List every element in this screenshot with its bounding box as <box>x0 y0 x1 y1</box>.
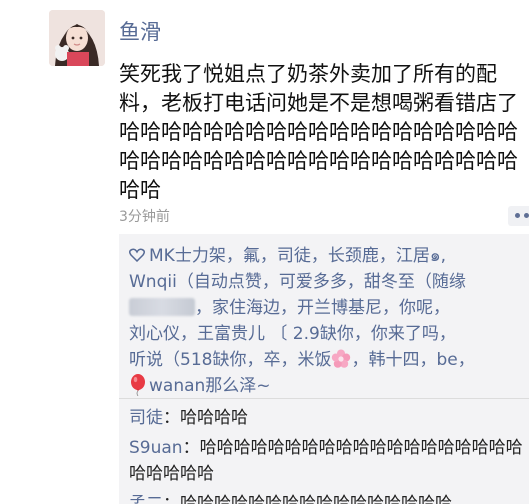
likes-comments-divider <box>119 398 529 399</box>
author-avatar[interactable] <box>49 10 105 66</box>
comment-separator: ： <box>163 494 180 504</box>
balloon-icon <box>131 374 145 396</box>
avatar-image <box>49 10 105 66</box>
post-timestamp: 3分钟前 <box>119 209 170 225</box>
likes-names-line-4[interactable]: 刘心仪，王富贵儿 〔 2.9缺你，你来了吗， <box>129 324 456 344</box>
comment-area: MK士力架，氟，司徒，长颈鹿，江居๑, Wnqii（自动点赞，可爱多多，甜冬至（… <box>119 234 529 504</box>
comment-separator: ： <box>182 438 200 458</box>
likes-names-line-3[interactable]: ，家住海边，开兰博基尼，你呢， <box>195 298 450 318</box>
comment-author[interactable]: S9uan <box>129 438 183 458</box>
comment-text: 哈哈哈哈 <box>180 408 248 428</box>
heart-icon <box>129 248 145 262</box>
likes-list: MK士力架，氟，司徒，长颈鹿，江居๑, Wnqii（自动点赞，可爱多多，甜冬至（… <box>129 243 529 399</box>
blurred-name <box>129 298 195 316</box>
comment-author[interactable]: 司徒 <box>129 408 163 428</box>
comment-item[interactable]: 孟二：哈哈哈哈哈哈哈哈哈哈哈哈哈哈哈哈 <box>129 491 529 504</box>
comment-author[interactable]: 孟二 <box>129 494 163 504</box>
more-dot-icon <box>524 213 529 218</box>
likes-names-line-2[interactable]: Wnqii（自动点赞，可爱多多，甜冬至（随缘 <box>129 272 466 292</box>
cherry-blossom-icon <box>332 349 351 368</box>
post-text: 笑死我了悦姐点了奶茶外卖加了所有的配料，老板打电话问她是不是想喝粥看错店了哈哈哈… <box>119 62 518 202</box>
more-dot-icon <box>515 213 520 218</box>
likes-symbol: ๑, <box>429 246 447 266</box>
comment-text: 哈哈哈哈哈哈哈哈哈哈哈哈哈哈哈哈 <box>180 494 452 504</box>
likes-names-line-1[interactable]: MK士力架，氟，司徒，长颈鹿，江居 <box>149 246 430 266</box>
comment-separator: ： <box>163 408 180 428</box>
comment-item[interactable]: 司徒：哈哈哈哈 <box>129 405 529 431</box>
likes-names-line-6[interactable]: wanan那么泽~ <box>149 376 271 396</box>
likes-names-line-5[interactable]: 听说（518缺你，卒，米饭 <box>129 350 331 370</box>
post-author-name[interactable]: 鱼滑 <box>119 16 161 46</box>
more-actions-button[interactable] <box>508 206 529 226</box>
likes-names-line-5b[interactable]: ，韩十四，be， <box>351 350 474 370</box>
comment-item[interactable]: S9uan：哈哈哈哈哈哈哈哈哈哈哈哈哈哈哈哈哈哈哈哈哈哈哈哈 <box>129 435 529 487</box>
